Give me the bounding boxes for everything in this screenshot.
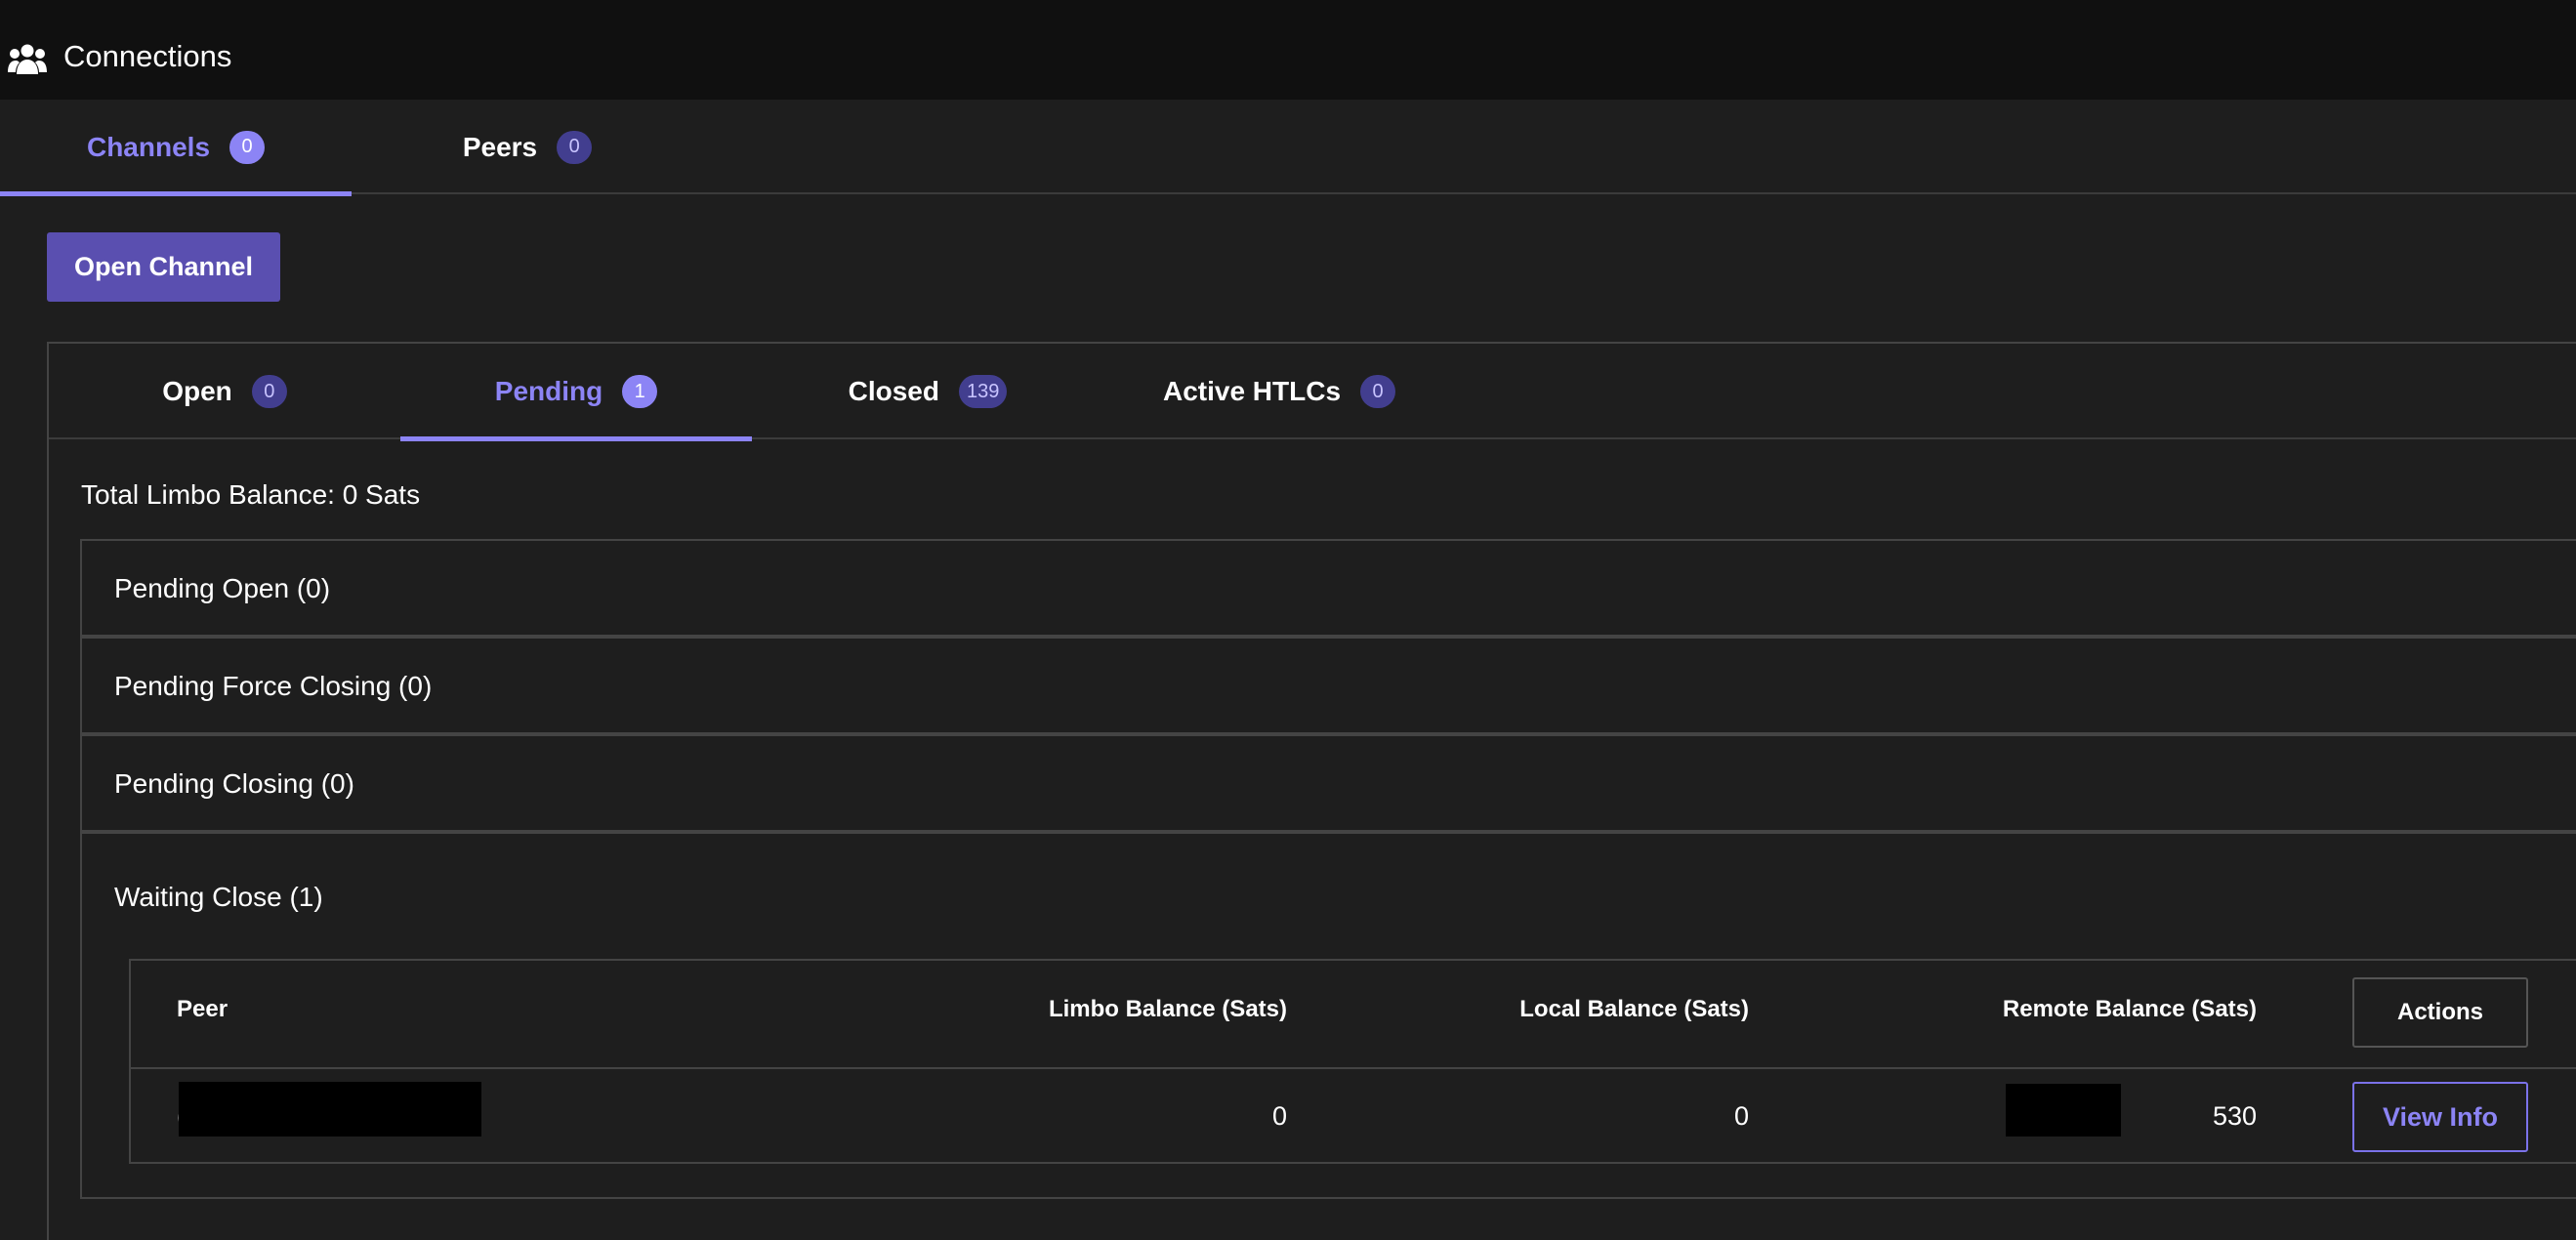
- tab-open[interactable]: Open 0: [49, 344, 400, 439]
- open-channel-button[interactable]: Open Channel: [47, 232, 280, 302]
- accordion-waiting-close-label: Waiting Close (1): [114, 882, 323, 912]
- total-limbo-balance: Total Limbo Balance: 0 Sats: [81, 479, 421, 510]
- page-title: Connections: [63, 39, 232, 73]
- open-count-badge: 0: [251, 375, 287, 408]
- tab-active-htlcs-label: Active HTLCs: [1162, 376, 1342, 406]
- tab-channels[interactable]: Channels 0: [0, 100, 352, 196]
- limbo-balance-cell: 0: [1271, 1101, 1287, 1131]
- column-header-limbo-balance: Limbo Balance (Sats): [1048, 996, 1287, 1022]
- app-header: Connections: [0, 0, 2576, 100]
- redacted-remote-balance: [2006, 1084, 2121, 1137]
- tab-peers[interactable]: Peers 0: [352, 100, 703, 194]
- channels-panel: Open 0 Pending 1 Closed 139 Active HTLCs…: [47, 342, 2576, 1240]
- active-htlcs-count-badge: 0: [1360, 375, 1396, 408]
- actions-column-button[interactable]: Actions: [2352, 977, 2528, 1048]
- redacted-peer: [179, 1082, 481, 1137]
- accordion-waiting-close[interactable]: Waiting Close (1) ⌃ Peer Limbo Balance (…: [80, 832, 2576, 1199]
- tab-active-htlcs[interactable]: Active HTLCs 0: [1103, 344, 1455, 439]
- active-tab-indicator: [0, 191, 352, 196]
- main-tabs: Channels 0 Peers 0: [0, 100, 2576, 196]
- channel-status-tabs: Open 0 Pending 1 Closed 139 Active HTLCs…: [49, 344, 2576, 441]
- active-subtab-indicator: [400, 436, 752, 441]
- accordion-pending-closing-label: Pending Closing (0): [114, 768, 354, 799]
- accordion-pending-force-closing[interactable]: Pending Force Closing (0) ⌄: [80, 637, 2576, 734]
- accordion-pending-force-closing-label: Pending Force Closing (0): [114, 671, 433, 701]
- accordion-pending-open-label: Pending Open (0): [114, 573, 331, 603]
- people-group-icon: [8, 44, 47, 74]
- tab-peers-label: Peers: [462, 131, 538, 162]
- remote-balance-cell: 530: [2212, 1101, 2257, 1131]
- tab-closed-label: Closed: [848, 376, 939, 406]
- channels-count-badge: 0: [229, 130, 266, 164]
- pending-count-badge: 1: [622, 375, 658, 408]
- view-info-button[interactable]: View Info: [2352, 1082, 2528, 1152]
- column-header-local-balance: Local Balance (Sats): [1519, 996, 1749, 1022]
- column-header-remote-balance: Remote Balance (Sats): [2002, 996, 2257, 1022]
- tab-pending-label: Pending: [494, 376, 603, 406]
- local-balance-cell: 0: [1733, 1101, 1749, 1131]
- header-divider: [131, 1067, 2576, 1069]
- column-header-peer: Peer: [177, 996, 229, 1022]
- tab-closed[interactable]: Closed 139: [752, 344, 1103, 439]
- tab-open-label: Open: [162, 376, 232, 406]
- accordion-pending-open[interactable]: Pending Open (0) ⌄: [80, 539, 2576, 637]
- waiting-close-table: Peer Limbo Balance (Sats) Local Balance …: [129, 959, 2576, 1164]
- closed-count-badge: 139: [958, 375, 1008, 408]
- accordion-pending-closing[interactable]: Pending Closing (0) ⌄: [80, 734, 2576, 832]
- peers-count-badge: 0: [557, 130, 593, 164]
- tab-channels-label: Channels: [86, 131, 211, 162]
- tab-pending[interactable]: Pending 1: [400, 344, 752, 441]
